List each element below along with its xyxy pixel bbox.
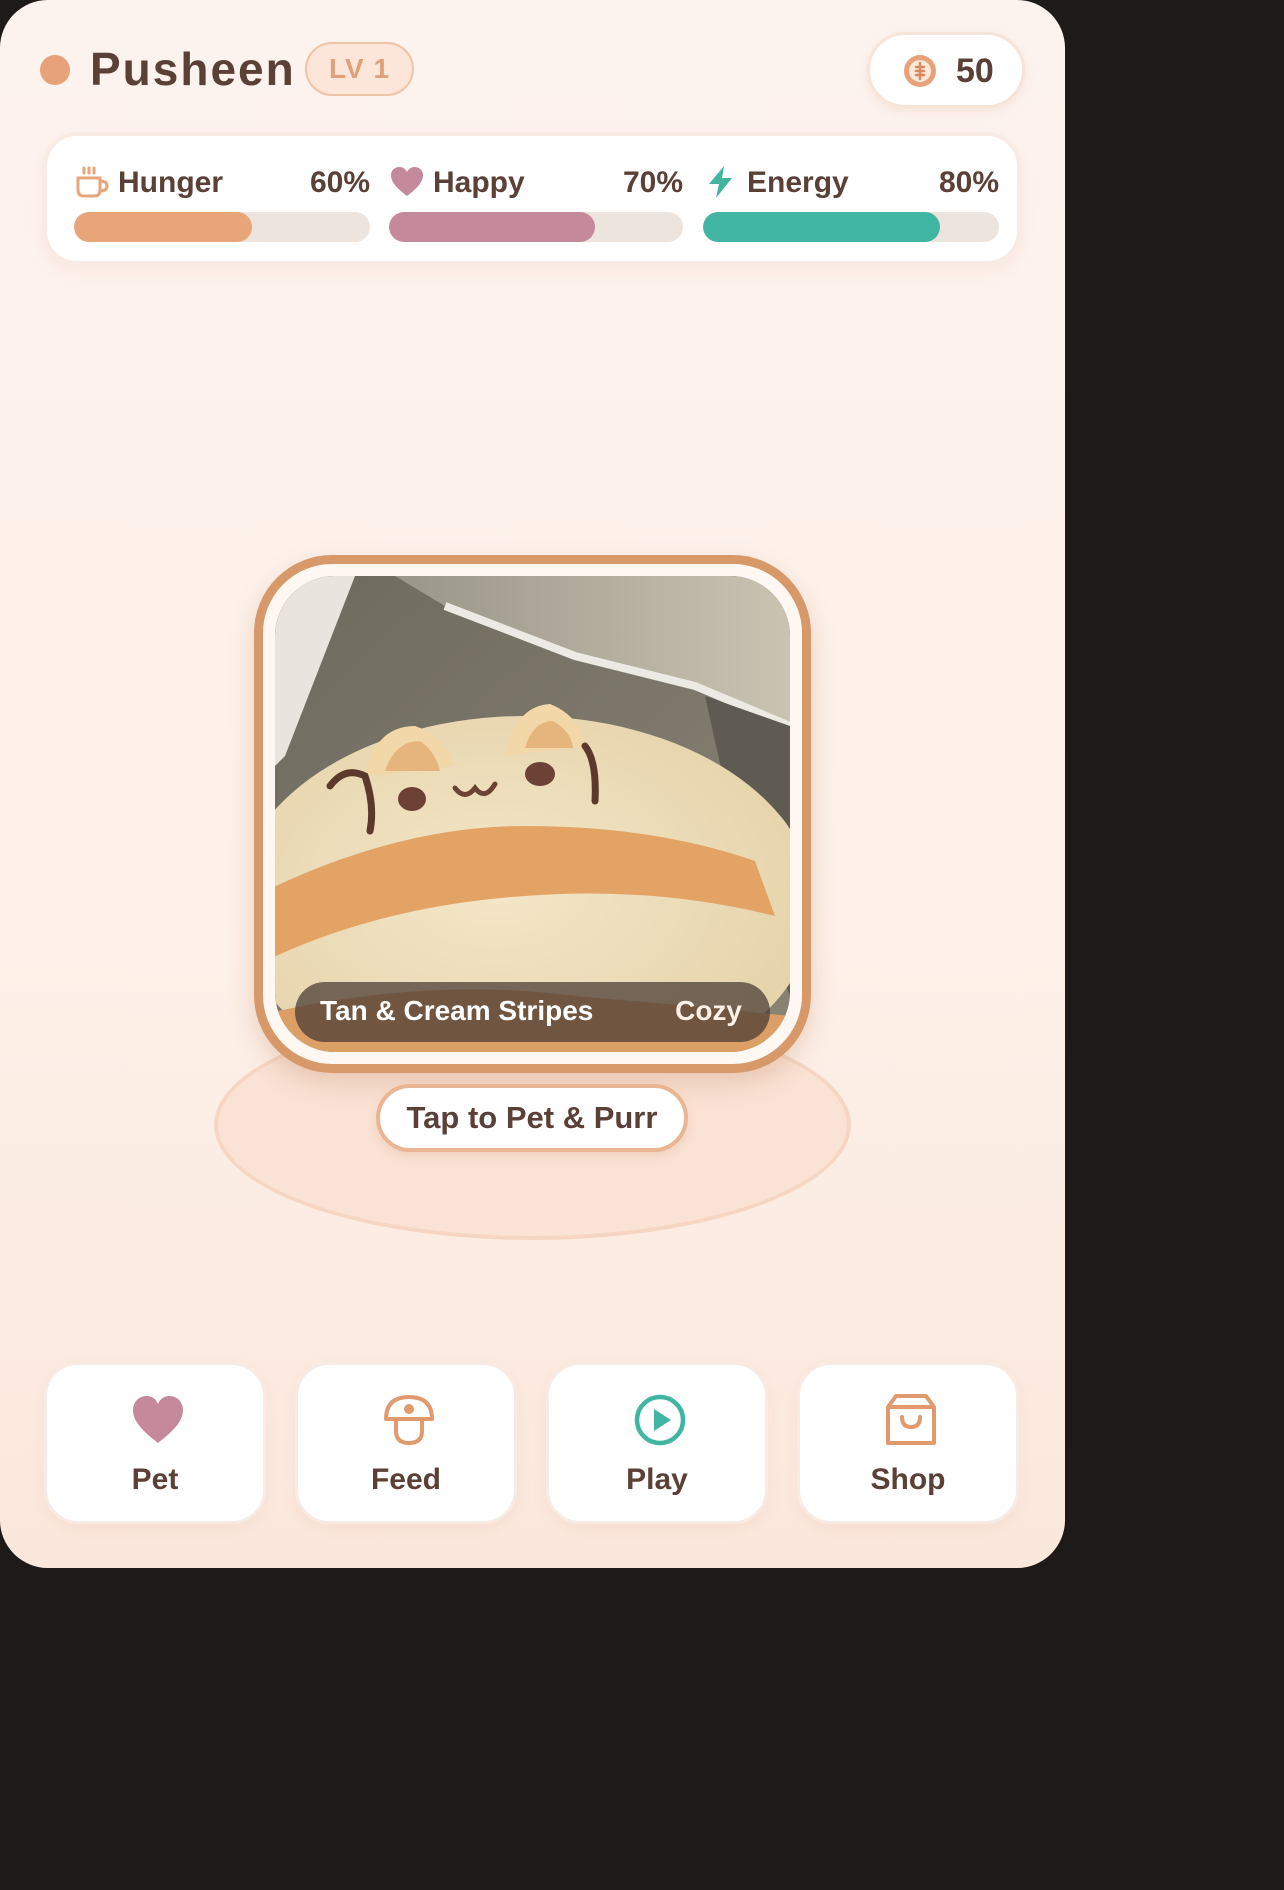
play-button[interactable]: Play — [546, 1362, 768, 1524]
stat-happy: Happy 70% — [389, 160, 683, 250]
stat-bar — [389, 212, 683, 242]
stat-value: 70% — [622, 166, 683, 199]
action-label: Play — [626, 1463, 688, 1496]
stat-bar-fill — [703, 212, 940, 242]
pet-game-screen: Pusheen LV 1 50 Hunger 60% Happy 70% Ene… — [0, 0, 1065, 1568]
stat-bar — [74, 212, 370, 242]
stat-value: 80% — [938, 166, 999, 199]
pet-photo-caption: Tan & Cream Stripes Cozy — [295, 982, 770, 1042]
heart-icon — [133, 1396, 183, 1443]
pet-photo[interactable]: Tan & Cream Stripes Cozy — [275, 576, 790, 1052]
stat-bar-fill — [389, 212, 595, 242]
stat-label: Hunger — [118, 166, 223, 199]
stat-label: Happy — [433, 166, 525, 199]
shopping-bag-icon — [886, 1394, 936, 1445]
stat-energy: Energy 80% — [703, 160, 999, 250]
action-label: Shop — [870, 1463, 946, 1496]
stat-bar — [703, 212, 999, 242]
stat-hunger: Hunger 60% — [74, 160, 370, 250]
header: Pusheen LV 1 50 — [40, 30, 1025, 108]
status-dot — [40, 55, 70, 85]
tap-to-pet-button[interactable]: Tap to Pet & Purr — [376, 1084, 688, 1152]
pet-mood: Cozy — [675, 995, 742, 1026]
stat-bar-fill — [74, 212, 252, 242]
stat-label: Energy — [747, 166, 849, 199]
shop-button[interactable]: Shop — [797, 1362, 1019, 1524]
stat-value: 60% — [309, 166, 370, 199]
pet-photo-frame[interactable]: Tan & Cream Stripes Cozy — [254, 555, 811, 1073]
coin-counter[interactable]: 50 — [867, 32, 1025, 108]
lightning-icon — [709, 166, 732, 198]
pet-variant-name: Tan & Cream Stripes — [320, 995, 594, 1026]
cup-icon — [76, 166, 109, 198]
coin-count: 50 — [956, 52, 994, 90]
pet-button[interactable]: Pet — [44, 1362, 266, 1524]
action-bar: Pet Feed Play Shop — [44, 1362, 1022, 1524]
coin-icon — [904, 55, 936, 87]
pet-name: Pusheen — [90, 43, 296, 95]
stats-panel: Hunger 60% Happy 70% Energy 80% — [43, 132, 1021, 265]
play-icon — [634, 1394, 686, 1446]
action-label: Feed — [370, 1463, 442, 1496]
plush-cat-illustration — [275, 576, 790, 1052]
action-label: Pet — [131, 1463, 179, 1496]
heart-icon — [391, 167, 423, 196]
feed-button[interactable]: Feed — [295, 1362, 517, 1524]
level-badge: LV 1 — [305, 42, 415, 96]
food-bowl-icon — [384, 1395, 434, 1446]
